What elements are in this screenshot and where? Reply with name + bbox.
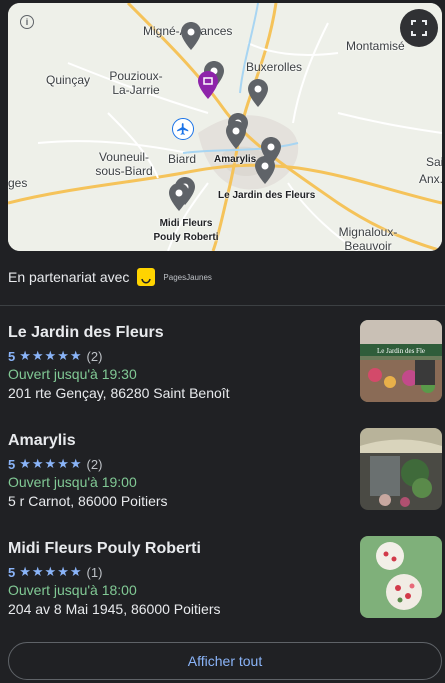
listing-midi-fleurs-pouly-roberti[interactable]: Midi Fleurs Pouly Roberti 5 ★★★★★ (1) Ou… <box>0 536 445 632</box>
pagesjaunes-logo-icon <box>137 268 156 286</box>
listing-le-jardin-des-fleurs[interactable]: Le Jardin des Fleurs 5 ★★★★★ (2) Ouvert … <box>0 320 445 416</box>
rating-score: 5 <box>8 564 16 580</box>
address: 204 av 8 Mai 1945, 86000 Poitiers <box>8 601 221 617</box>
map-label-mignaloux: Mignaloux-Beauvoir <box>338 225 398 251</box>
partner-brand: PagesJaunes <box>163 272 212 282</box>
midi-fleurs-pin-icon[interactable] <box>169 183 189 211</box>
location-pin-icon[interactable] <box>181 22 201 50</box>
map-label-quincay: Quinçay <box>46 73 91 87</box>
address: 5 r Carnot, 86000 Poitiers <box>8 493 168 509</box>
shopping-pin-icon[interactable] <box>198 71 218 99</box>
map-label-pouzioux: Pouzioux-La-Jarrie <box>109 69 163 97</box>
map-label-anx: Anx... <box>419 172 442 186</box>
star-rating-icon: ★★★★★ <box>19 564 83 579</box>
map-label-midi-fleurs: Midi Fleurs Pouly Roberti <box>153 218 219 243</box>
map-label-vouneuil: Vouneuil-sous-Biard <box>95 150 153 178</box>
location-pin-icon[interactable] <box>248 79 268 107</box>
listing-name[interactable]: Le Jardin des Fleurs <box>8 324 164 342</box>
listing-photo[interactable] <box>360 536 442 618</box>
opening-hours: Ouvert jusqu'à 18:00 <box>8 582 137 598</box>
info-icon[interactable]: i <box>20 15 34 29</box>
amarylis-pin-icon[interactable] <box>226 121 246 149</box>
review-count: (1) <box>86 564 103 580</box>
partner-row: En partenariat avec PagesJaunes <box>8 266 212 288</box>
map-label-sai: Sai... <box>426 155 442 169</box>
listing-name[interactable]: Midi Fleurs Pouly Roberti <box>8 540 201 558</box>
review-count: (2) <box>86 348 103 364</box>
rating-score: 5 <box>8 348 16 364</box>
listing-name[interactable]: Amarylis <box>8 432 76 450</box>
partner-text: En partenariat avec <box>8 269 130 285</box>
listing-photo[interactable]: Le Jardin des Fle <box>360 320 442 402</box>
map[interactable]: i Migné-Auxances Montamisé Quinçay Pouzi… <box>8 3 442 251</box>
listing-amarylis[interactable]: Amarylis 5 ★★★★★ (2) Ouvert jusqu'à 19:0… <box>0 428 445 524</box>
opening-hours: Ouvert jusqu'à 19:00 <box>8 474 137 490</box>
map-label-ges: ges <box>8 176 28 190</box>
map-label-jardin: Le Jardin des Fleurs <box>218 190 316 201</box>
listing-photo[interactable] <box>360 428 442 510</box>
rating: 5 ★★★★★ (2) <box>8 456 102 472</box>
fullscreen-button[interactable] <box>400 9 438 47</box>
star-rating-icon: ★★★★★ <box>19 456 83 471</box>
map-label-biard: Biard <box>168 152 197 166</box>
map-label-amarylis: Amarylis <box>214 154 257 165</box>
opening-hours: Ouvert jusqu'à 19:30 <box>8 366 137 382</box>
fullscreen-icon <box>411 20 427 36</box>
rating: 5 ★★★★★ (1) <box>8 564 102 580</box>
divider <box>0 305 445 306</box>
airport-icon <box>172 118 194 140</box>
jardin-pin-icon[interactable] <box>255 156 275 184</box>
star-rating-icon: ★★★★★ <box>19 348 83 363</box>
review-count: (2) <box>86 456 103 472</box>
map-label-buxerolles: Buxerolles <box>246 60 303 74</box>
show-all-button[interactable]: Afficher tout <box>8 642 442 680</box>
map-label-montamise: Montamisé <box>346 39 405 53</box>
address: 201 rte Gençay, 86280 Saint Benoît <box>8 385 230 401</box>
rating-score: 5 <box>8 456 16 472</box>
rating: 5 ★★★★★ (2) <box>8 348 102 364</box>
thumb-sign: Le Jardin des Fle <box>377 347 425 355</box>
